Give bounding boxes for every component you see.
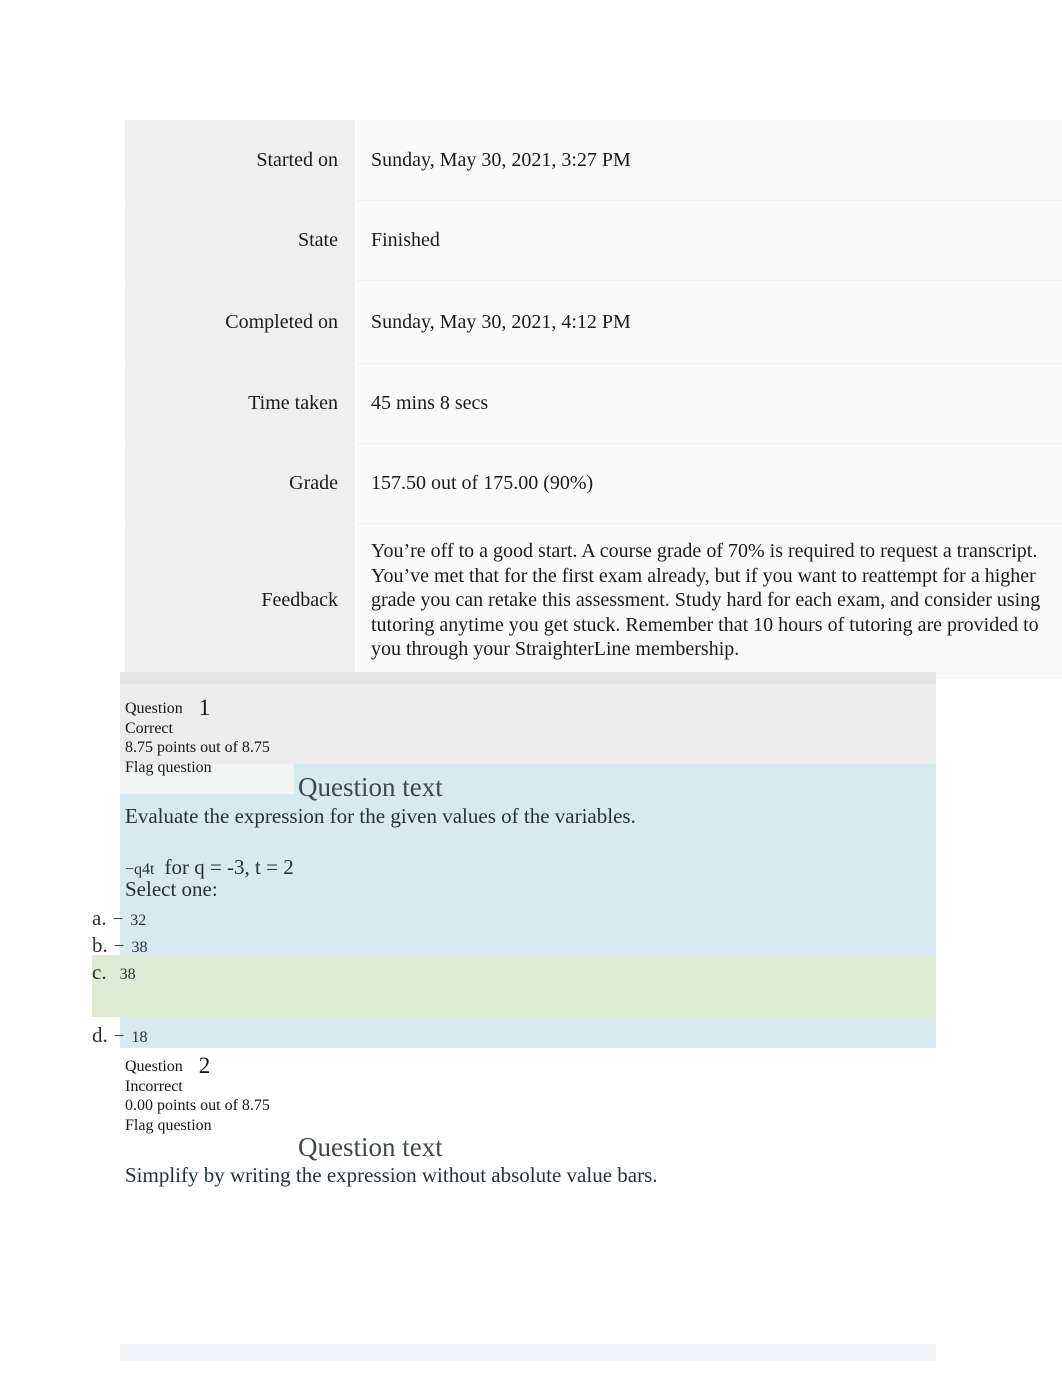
question-2-top-strip — [120, 1040, 936, 1048]
table-row: Time taken 45 mins 8 secs — [125, 363, 1062, 444]
question-1-option-d-value: 18 — [131, 1029, 148, 1046]
question-1-option-c[interactable]: c. 38 — [92, 960, 136, 985]
question-2-number: 2 — [198, 1053, 211, 1078]
table-row: State Finished — [125, 200, 1062, 281]
summary-label-feedback: Feedback — [125, 523, 355, 678]
question-block-1: Question 1 Correct 8.75 points out of 8.7… — [92, 672, 936, 1048]
question-2-state: Incorrect — [125, 1077, 183, 1095]
question-1-header-bar — [120, 672, 936, 684]
question-1-option-d-minus: − — [113, 1026, 125, 1047]
question-1-marks: 8.75 points out of 8.75 — [125, 739, 270, 756]
question-block-2: Question 2 Incorrect 0.00 points out of 8… — [120, 1040, 936, 1200]
summary-value-feedback: You’re off to a good start. A course gra… — [355, 523, 1062, 678]
next-question-block-edge — [120, 1344, 936, 1361]
question-1-option-d[interactable]: d. −18 — [92, 1023, 147, 1048]
question-1-stem: Evaluate the expression for the given va… — [125, 804, 636, 828]
summary-label-time-taken: Time taken — [125, 363, 355, 444]
question-2-marks: 0.00 points out of 8.75 — [125, 1097, 270, 1114]
attempt-summary-table: Started on Sunday, May 30, 2021, 3:27 PM… — [125, 120, 1062, 678]
summary-label-state: State — [125, 200, 355, 281]
summary-value-time-taken: 45 mins 8 secs — [355, 363, 1062, 444]
question-1-option-b-minus: − — [113, 936, 125, 957]
summary-value-started-on: Sunday, May 30, 2021, 3:27 PM — [355, 120, 1062, 201]
question-1-select-one-label: Select one: — [125, 877, 218, 901]
question-1-option-a[interactable]: a. −32 — [92, 906, 146, 931]
question-1-number: 1 — [198, 695, 211, 720]
summary-value-grade: 157.50 out of 175.00 (90%) — [355, 443, 1062, 524]
question-1-option-c-value: 38 — [119, 966, 136, 983]
question-1-state: Correct — [125, 719, 173, 737]
table-row: Feedback You’re off to a good start. A c… — [125, 523, 1062, 678]
question-1-expression-rest: for q = -3, t = 2 — [164, 855, 294, 879]
question-1-option-a-minus: − — [112, 909, 124, 930]
question-1-number-label: Question — [125, 700, 183, 717]
question-1-option-d-letter: d. — [92, 1023, 108, 1047]
summary-value-completed-on: Sunday, May 30, 2021, 4:12 PM — [355, 280, 1062, 364]
question-1-correct-answer-highlight — [92, 955, 936, 1017]
question-2-info: Question 2 Incorrect 0.00 points out of 8… — [125, 1054, 270, 1135]
question-2-stem: Simplify by writing the expression witho… — [125, 1163, 658, 1187]
table-row: Completed on Sunday, May 30, 2021, 4:12 … — [125, 280, 1062, 364]
question-1-expression-main: −q4t — [125, 861, 155, 878]
summary-label-completed-on: Completed on — [125, 280, 355, 364]
summary-value-state: Finished — [355, 200, 1062, 281]
summary-label-grade: Grade — [125, 443, 355, 524]
question-1-option-b[interactable]: b. −38 — [92, 933, 147, 958]
question-1-option-b-letter: b. — [92, 933, 108, 957]
summary-label-started-on: Started on — [125, 120, 355, 201]
question-2-text-heading: Question text — [298, 1132, 443, 1162]
question-1-text-heading: Question text — [298, 772, 443, 802]
question-2-number-label: Question — [125, 1058, 183, 1075]
question-1-info: Question 1 Correct 8.75 points out of 8.7… — [125, 696, 270, 777]
question-1-option-a-value: 32 — [130, 912, 147, 929]
question-2-number-row: Question 2 — [125, 1054, 210, 1077]
question-1-number-row: Question 1 — [125, 696, 210, 719]
question-1-flag-link[interactable]: Flag question — [125, 758, 270, 778]
question-1-option-b-value: 38 — [131, 939, 148, 956]
question-1-option-a-letter: a. — [92, 906, 107, 930]
question-2-flag-link[interactable]: Flag question — [125, 1116, 270, 1136]
question-1-option-c-letter: c. — [92, 960, 107, 984]
table-row: Started on Sunday, May 30, 2021, 3:27 PM — [125, 120, 1062, 201]
feedback-text: You’re off to a good start. A course gra… — [371, 540, 1041, 661]
table-row: Grade 157.50 out of 175.00 (90%) — [125, 443, 1062, 524]
